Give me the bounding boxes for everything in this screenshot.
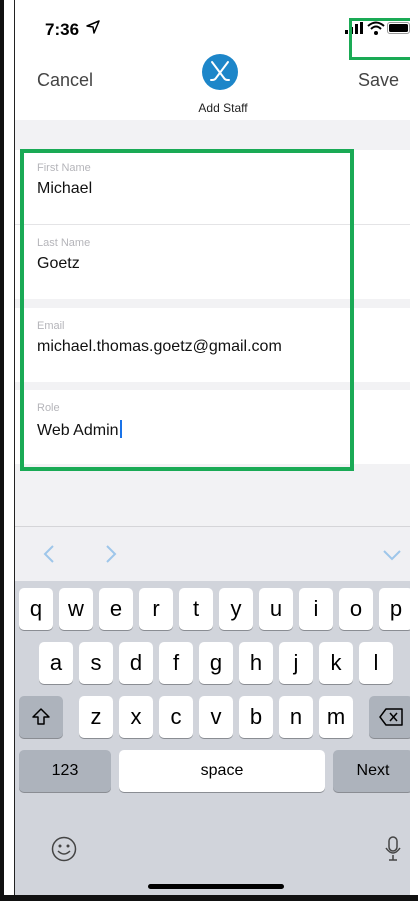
next-key[interactable]: Next — [333, 750, 413, 792]
frame-right — [410, 0, 418, 901]
key-a[interactable]: a — [39, 642, 73, 684]
backspace-key[interactable] — [369, 696, 413, 738]
key-k[interactable]: k — [319, 642, 353, 684]
key-f[interactable]: f — [159, 642, 193, 684]
shift-key[interactable] — [19, 696, 63, 738]
save-button-highlight — [349, 18, 413, 60]
phone-screen: 7:36 Cancel Add Staff Save First Name Mi… — [15, 0, 413, 895]
frame-bottom — [0, 895, 418, 901]
home-indicator[interactable] — [148, 884, 284, 889]
frame-left — [0, 0, 4, 901]
key-u[interactable]: u — [259, 588, 293, 630]
key-p[interactable]: p — [379, 588, 413, 630]
shift-arrow-icon — [32, 708, 50, 725]
key-b[interactable]: b — [239, 696, 273, 738]
key-m[interactable]: m — [319, 696, 353, 738]
key-g[interactable]: g — [199, 642, 233, 684]
keyboard-accessory-bar — [15, 526, 413, 581]
backspace-icon — [379, 708, 403, 726]
keyboard: q w e r t y u i o p a s d f g h j k l z … — [15, 526, 413, 895]
emoji-icon[interactable] — [51, 836, 77, 862]
microphone-icon[interactable] — [385, 836, 401, 862]
key-v[interactable]: v — [199, 696, 233, 738]
key-x[interactable]: x — [119, 696, 153, 738]
previous-field-chevron-icon[interactable] — [39, 543, 61, 565]
dismiss-keyboard-chevron-icon[interactable] — [381, 543, 403, 565]
key-h[interactable]: h — [239, 642, 273, 684]
location-arrow-icon — [86, 20, 100, 34]
key-y[interactable]: y — [219, 588, 253, 630]
hockey-sticks-logo-icon — [202, 54, 238, 90]
cancel-button[interactable]: Cancel — [37, 70, 93, 91]
key-o[interactable]: o — [339, 588, 373, 630]
key-n[interactable]: n — [279, 696, 313, 738]
key-c[interactable]: c — [159, 696, 193, 738]
key-i[interactable]: i — [299, 588, 333, 630]
next-field-chevron-icon[interactable] — [99, 543, 121, 565]
form-highlight-box — [20, 149, 354, 471]
key-j[interactable]: j — [279, 642, 313, 684]
key-w[interactable]: w — [59, 588, 93, 630]
numbers-key[interactable]: 123 — [19, 750, 111, 792]
status-time: 7:36 — [45, 20, 80, 39]
key-t[interactable]: t — [179, 588, 213, 630]
save-button[interactable]: Save — [358, 70, 399, 91]
key-z[interactable]: z — [79, 696, 113, 738]
key-e[interactable]: e — [99, 588, 133, 630]
space-key[interactable]: space — [119, 750, 325, 792]
key-l[interactable]: l — [359, 642, 393, 684]
key-q[interactable]: q — [19, 588, 53, 630]
key-s[interactable]: s — [79, 642, 113, 684]
page-title: Add Staff — [198, 101, 248, 115]
key-d[interactable]: d — [119, 642, 153, 684]
key-r[interactable]: r — [139, 588, 173, 630]
